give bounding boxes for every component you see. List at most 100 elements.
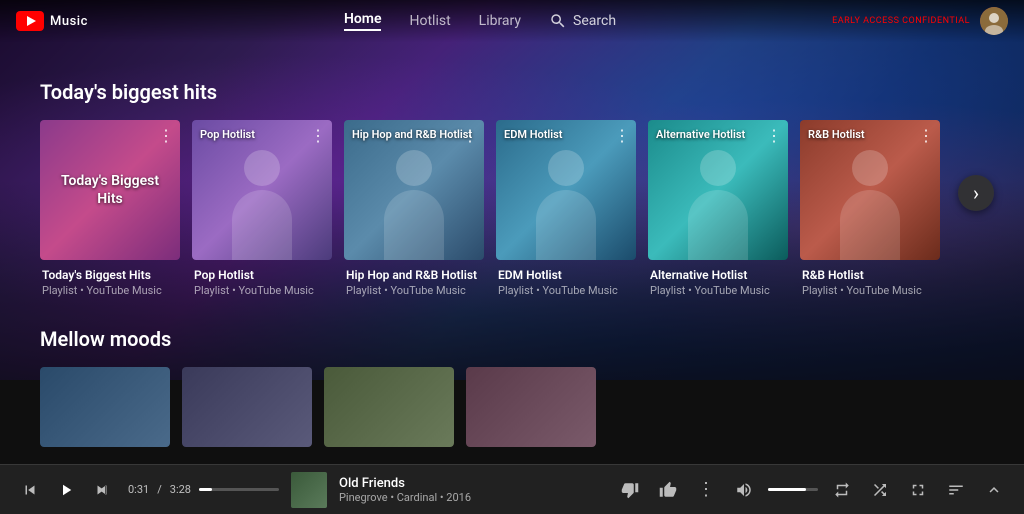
play-button[interactable] [52, 476, 80, 504]
shuffle-button[interactable] [866, 476, 894, 504]
card-1-overlay: Today's Biggest Hits [47, 172, 173, 208]
card-5-overlay: Alternative Hotlist [656, 128, 745, 142]
now-playing-info: Old Friends Pinegrove • Cardinal • 2016 [339, 476, 471, 504]
card-4-title: EDM Hotlist [498, 268, 634, 282]
mellow-card-1[interactable] [40, 367, 170, 453]
thumbs-up-button[interactable] [654, 476, 682, 504]
header-right: EARLY ACCESS CONFIDENTIAL [832, 7, 1008, 35]
card-6-overlay: R&B Hotlist [808, 128, 865, 142]
card-6-title: R&B Hotlist [802, 268, 938, 282]
progress-fill [199, 488, 212, 491]
card-todays-biggest-hits[interactable]: Today's Biggest Hits ⋮ Today's Biggest H… [40, 120, 180, 297]
volume-bar[interactable] [768, 488, 818, 491]
volume-button[interactable] [730, 476, 758, 504]
card-4-person [526, 150, 606, 260]
now-playing-title: Old Friends [339, 476, 471, 491]
card-6-info: R&B Hotlist Playlist • YouTube Music [800, 268, 940, 297]
progress-bar[interactable] [199, 488, 279, 491]
card-1-title: Today's Biggest Hits [42, 268, 178, 282]
chevron-up-button[interactable] [980, 476, 1008, 504]
header: Music Home Hotlist Library Search EARLY … [0, 0, 1024, 42]
card-4-sub: Playlist • YouTube Music [498, 284, 634, 297]
card-3-sub: Playlist • YouTube Music [346, 284, 482, 297]
queue-icon [947, 481, 965, 499]
card-3-thumb: Hip Hop and R&B Hotlist ⋮ [344, 120, 484, 260]
card-1-thumb: Today's Biggest Hits ⋮ [40, 120, 180, 260]
volume-fill [768, 488, 806, 491]
section-title-mellow-moods: Mellow moods [40, 327, 984, 351]
card-hiphop-hotlist[interactable]: Hip Hop and R&B Hotlist ⋮ Hip Hop and R&… [344, 120, 484, 297]
avatar-icon [980, 7, 1008, 35]
repeat-icon [833, 481, 851, 499]
mellow-thumb-1 [40, 367, 170, 447]
nav-search[interactable]: Search [549, 12, 616, 30]
now-playing: Old Friends Pinegrove • Cardinal • 2016 [291, 472, 604, 508]
card-2-overlay: Pop Hotlist [200, 128, 255, 142]
mellow-moods-cards-row [40, 367, 984, 453]
mellow-card-3[interactable] [324, 367, 454, 453]
nav-library[interactable]: Library [479, 13, 521, 29]
early-access-label: EARLY ACCESS CONFIDENTIAL [832, 16, 970, 26]
thumbs-up-icon [659, 481, 677, 499]
card-5-info: Alternative Hotlist Playlist • YouTube M… [648, 268, 788, 297]
total-time: 3:28 [170, 483, 191, 496]
nav-home[interactable]: Home [344, 11, 382, 31]
card-6-more-btn[interactable]: ⋮ [918, 126, 934, 145]
volume-icon [735, 481, 753, 499]
play-icon [57, 481, 75, 499]
card-4-overlay: EDM Hotlist [504, 128, 563, 142]
card-4-more-btn[interactable]: ⋮ [614, 126, 630, 145]
expand-button[interactable] [904, 476, 932, 504]
expand-icon [909, 481, 927, 499]
card-3-info: Hip Hop and R&B Hotlist Playlist • YouTu… [344, 268, 484, 297]
card-pop-hotlist[interactable]: Pop Hotlist ⋮ Pop Hotlist Playlist • You… [192, 120, 332, 297]
logo-area[interactable]: Music [16, 11, 88, 31]
card-4-info: EDM Hotlist Playlist • YouTube Music [496, 268, 636, 297]
mellow-thumb-2 [182, 367, 312, 447]
chevron-up-icon [985, 481, 1003, 499]
card-1-more-btn[interactable]: ⋮ [158, 126, 174, 145]
main-content: Today's biggest hits Today's Biggest Hit… [0, 0, 1024, 464]
card-rnb-hotlist[interactable]: R&B Hotlist ⋮ R&B Hotlist Playlist • You… [800, 120, 940, 297]
biggest-hits-cards-row: Today's Biggest Hits ⋮ Today's Biggest H… [40, 120, 984, 297]
skip-prev-button[interactable] [16, 476, 44, 504]
mellow-card-2[interactable] [182, 367, 312, 453]
card-5-thumb: Alternative Hotlist ⋮ [648, 120, 788, 260]
queue-button[interactable] [942, 476, 970, 504]
card-edm-hotlist[interactable]: EDM Hotlist ⋮ EDM Hotlist Playlist • You… [496, 120, 636, 297]
thumbs-down-button[interactable] [616, 476, 644, 504]
shuffle-icon [871, 481, 889, 499]
card-3-person [374, 150, 454, 260]
card-3-title: Hip Hop and R&B Hotlist [346, 268, 482, 282]
card-5-sub: Playlist • YouTube Music [650, 284, 786, 297]
card-6-thumb: R&B Hotlist ⋮ [800, 120, 940, 260]
card-6-sub: Playlist • YouTube Music [802, 284, 938, 297]
card-5-more-btn[interactable]: ⋮ [766, 126, 782, 145]
search-icon [549, 12, 567, 30]
card-2-title: Pop Hotlist [194, 268, 330, 282]
nav-links: Home Hotlist Library Search [128, 11, 832, 31]
avatar[interactable] [980, 7, 1008, 35]
card-5-title: Alternative Hotlist [650, 268, 786, 282]
app-name: Music [50, 14, 88, 29]
skip-next-icon [93, 481, 111, 499]
next-arrow-biggest-hits[interactable] [958, 175, 994, 211]
mellow-card-4[interactable] [466, 367, 596, 453]
more-options-button[interactable]: ⋮ [692, 476, 720, 504]
card-3-more-btn[interactable]: ⋮ [462, 126, 478, 145]
card-2-thumb: Pop Hotlist ⋮ [192, 120, 332, 260]
more-options-icon: ⋮ [697, 479, 715, 500]
card-5-person [678, 150, 758, 260]
card-3-overlay: Hip Hop and R&B Hotlist [352, 128, 472, 142]
card-6-person [830, 150, 910, 260]
card-2-more-btn[interactable]: ⋮ [310, 126, 326, 145]
thumbs-down-icon [621, 481, 639, 499]
section-mellow-moods: Mellow moods [0, 327, 1024, 464]
nav-hotlist[interactable]: Hotlist [409, 13, 450, 29]
skip-next-button[interactable] [88, 476, 116, 504]
card-4-thumb: EDM Hotlist ⋮ [496, 120, 636, 260]
card-2-info: Pop Hotlist Playlist • YouTube Music [192, 268, 332, 297]
repeat-button[interactable] [828, 476, 856, 504]
card-alt-hotlist[interactable]: Alternative Hotlist ⋮ Alternative Hotlis… [648, 120, 788, 297]
now-playing-sub: Pinegrove • Cardinal • 2016 [339, 491, 471, 504]
